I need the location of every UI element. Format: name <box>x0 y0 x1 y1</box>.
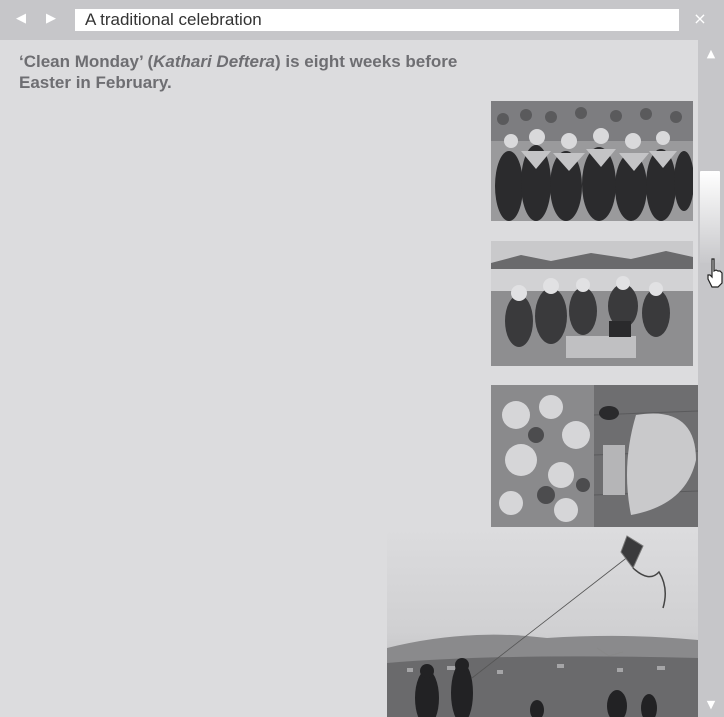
scroll-down-arrow-icon[interactable]: ▼ <box>698 695 724 715</box>
title-bar: ◀ ▶ A traditional celebration × <box>0 0 724 40</box>
vertical-scrollbar[interactable]: ▲ ▼ <box>698 40 724 717</box>
intro-text-italic: Kathari Deftera <box>153 52 276 71</box>
dancers-photo <box>491 101 693 221</box>
intro-text: ‘Clean Monday’ (Kathari Deftera) is eigh… <box>19 51 489 93</box>
intro-text-part1: ‘Clean Monday’ ( <box>19 52 154 71</box>
scroll-thumb[interactable] <box>700 171 720 263</box>
scroll-up-arrow-icon[interactable]: ▲ <box>698 44 724 64</box>
page-title: A traditional celebration <box>75 9 679 31</box>
close-icon[interactable]: × <box>690 9 710 29</box>
forward-arrow-icon[interactable]: ▶ <box>41 9 61 29</box>
food-photo <box>491 385 698 527</box>
kite-photo <box>387 528 698 717</box>
content-area: ‘Clean Monday’ (Kathari Deftera) is eigh… <box>0 40 698 717</box>
back-arrow-icon[interactable]: ◀ <box>11 9 31 29</box>
hand-cursor-icon <box>706 257 724 289</box>
picnic-photo <box>491 241 693 366</box>
